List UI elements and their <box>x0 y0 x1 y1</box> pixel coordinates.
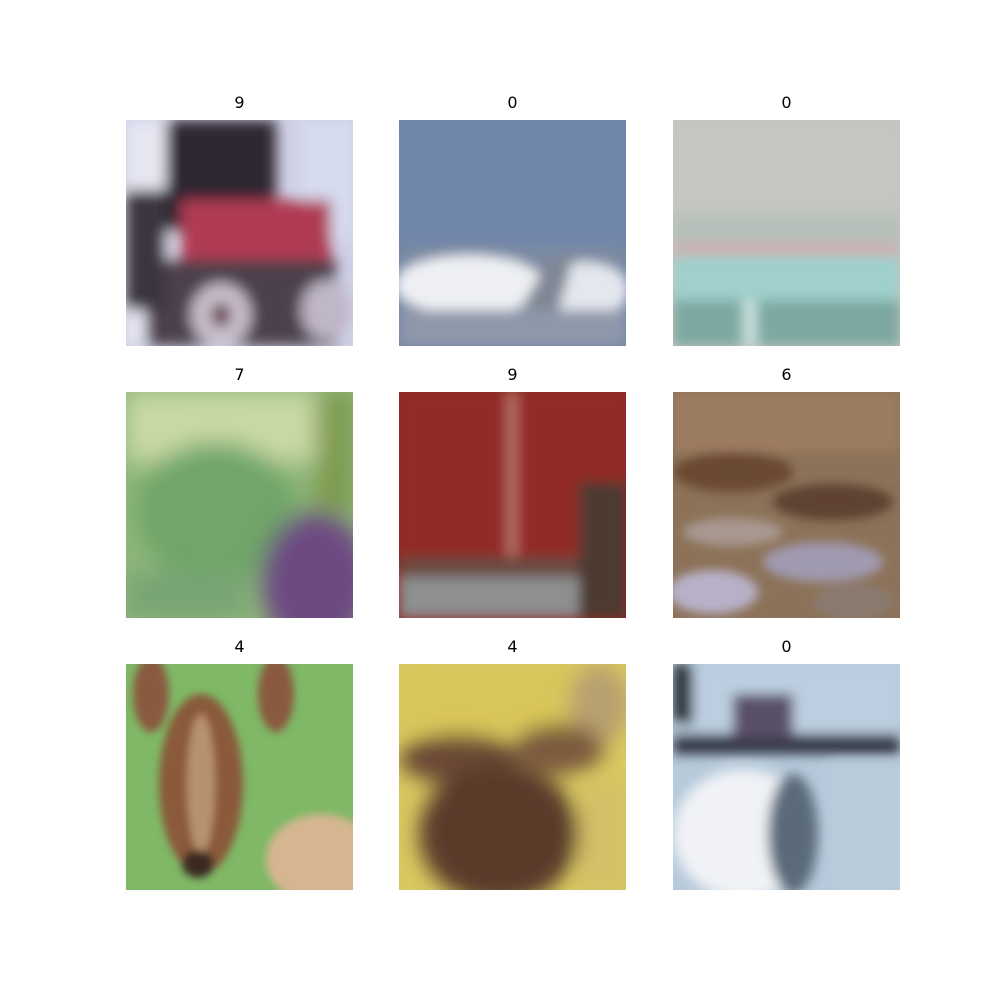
grid-cell-4: 7 <box>126 364 353 624</box>
thumbnail-image <box>126 120 353 346</box>
thumbnail-image <box>126 664 353 890</box>
grid-cell-8: 4 <box>399 636 626 896</box>
grid-cell-1: 9 <box>126 92 353 352</box>
thumbnail-image <box>673 120 900 346</box>
cell-label: 4 <box>507 637 518 656</box>
grid-cell-6: 6 <box>673 364 900 624</box>
cell-label: 4 <box>234 637 245 656</box>
thumbnail-image <box>126 392 353 618</box>
cell-label: 0 <box>507 93 518 112</box>
cell-label: 9 <box>507 365 518 384</box>
cell-label: 9 <box>234 93 245 112</box>
grid-cell-7: 4 <box>126 636 353 896</box>
cell-label: 0 <box>781 93 792 112</box>
grid-cell-9: 0 <box>673 636 900 896</box>
thumbnail-image <box>399 664 626 890</box>
thumbnail-image <box>399 392 626 618</box>
grid-cell-2: 0 <box>399 92 626 352</box>
thumbnail-image <box>399 120 626 346</box>
cell-label: 6 <box>781 365 792 384</box>
thumbnail-image <box>673 664 900 890</box>
grid-cell-3: 0 <box>673 92 900 352</box>
cell-label: 7 <box>234 365 245 384</box>
thumbnail-image <box>673 392 900 618</box>
cell-label: 0 <box>781 637 792 656</box>
grid-cell-5: 9 <box>399 364 626 624</box>
